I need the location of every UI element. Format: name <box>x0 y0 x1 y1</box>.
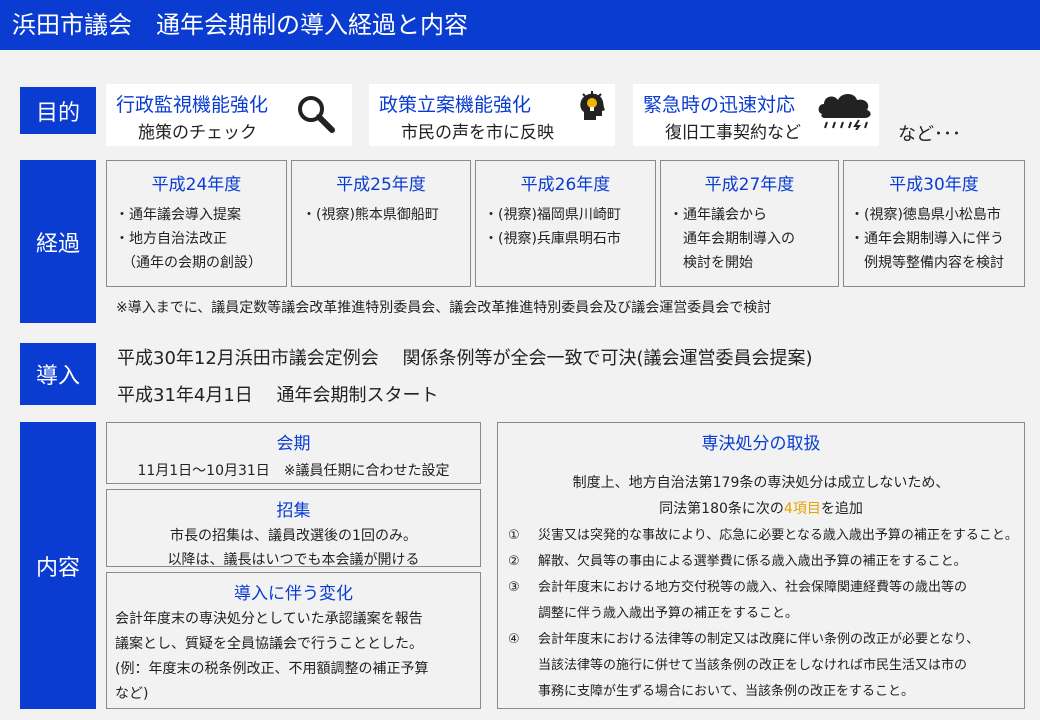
disposal-item-3: ③ 会計年度末における地方交付税等の歳入、社会保障関連経費等の歳出等の 調整に伴… <box>508 575 1023 627</box>
purpose-card-oversight: 行政監視機能強化 施策のチェック <box>106 84 352 146</box>
session-box: 会期 11月1日～10月31日 ※議員任期に合わせた設定 <box>106 422 481 484</box>
disposal-item-number: ② <box>508 554 520 569</box>
page-title: 浜田市議会 通年会期制の導入経過と内容 <box>0 0 1040 50</box>
purpose-card-title: 行政監視機能強化 <box>116 94 269 116</box>
purpose-card-emergency: 緊急時の迅速対応 復旧工事契約など <box>633 84 879 146</box>
convocation-title: 招集 <box>276 501 311 521</box>
introduction-line-1: 平成30年12月浜田市議会定例会 関係条例等が全会一致で可決(議会運営委員会提案… <box>117 348 813 369</box>
purpose-card-sub: 市民の声を市に反映 <box>401 123 554 143</box>
history-year-2014: 平成26年度 ・(視察)福岡県川崎町 ・(視察)兵庫県明石市 <box>475 160 656 287</box>
history-item: ・通年会期制導入に伴う <box>850 231 1004 247</box>
disposal-item-number: ④ <box>508 632 520 647</box>
disposal-item-4: ④ 会計年度末における法律等の制定又は改廃に伴い条例の改正が必要となり、 当該法… <box>508 627 1023 705</box>
history-item: 通年会期制導入の <box>669 231 795 247</box>
disposal-intro-2c: を追加 <box>820 501 863 517</box>
history-year-2013: 平成25年度 ・(視察)熊本県御船町 <box>291 160 471 287</box>
purpose-card-sub: 復旧工事契約など <box>665 123 801 143</box>
disposal-intro-2a: 同法第180条に次の <box>659 501 784 517</box>
introduction-line-2: 平成31年4月1日 通年会期制スタート <box>117 385 439 406</box>
disposal-item-line: 事務に支障が生ずる場合において、当該条例の改正をすること。 <box>538 684 914 699</box>
section-label-history: 経過 <box>20 160 96 323</box>
disposal-title: 専決処分の取扱 <box>701 434 821 454</box>
history-note: ※導入までに、議員定数等議会改革推進特別委員会、議会改革推進特別委員会及び議会運… <box>116 300 772 316</box>
history-item: 検討を開始 <box>669 255 753 271</box>
history-item: ・(視察)兵庫県明石市 <box>484 231 621 247</box>
changes-box: 導入に伴う変化 会計年度末の専決処分としていた承認議案を報告 議案とし、質疑を全… <box>106 572 481 709</box>
disposal-item-2: ② 解散、欠員等の事由による選挙費に係る歳入歳出予算の補正をすること。 <box>508 549 1023 575</box>
history-year-title: 平成26年度 <box>520 175 611 195</box>
convocation-box: 招集 市長の招集は、議員改選後の1回のみ。 以降は、議長はいつでも本会議が開ける <box>106 489 481 568</box>
disposal-item-line: 調整に伴う歳入歳出予算の補正をすること。 <box>538 606 799 621</box>
disposal-item-line: 当該法律等の施行に併せて当該条例の改正をしなければ市民生活又は市の <box>538 658 968 673</box>
changes-line: など) <box>115 686 149 702</box>
magnifier-icon <box>298 96 335 133</box>
disposal-item-line: 解散、欠員等の事由による選挙費に係る歳入歳出予算の補正をすること。 <box>538 554 967 569</box>
convocation-line-2: 以降は、議長はいつでも本会議が開ける <box>167 552 420 568</box>
purpose-more: など･･･ <box>898 124 961 145</box>
purpose-card-sub: 施策のチェック <box>138 123 257 143</box>
disposal-item-number: ① <box>508 528 520 543</box>
disposal-intro-1: 制度上、地方自治法第179条の専決処分は成立しないため、 <box>572 475 950 491</box>
session-text: 11月1日～10月31日 ※議員任期に合わせた設定 <box>137 463 450 479</box>
history-item: ・(視察)熊本県御船町 <box>302 207 439 223</box>
history-year-title: 平成30年度 <box>889 175 979 195</box>
disposal-item-number: ③ <box>508 580 520 595</box>
disposal-item-line: 会計年度末における地方交付税等の歳入、社会保障関連経費等の歳出等の <box>538 580 968 595</box>
lightbulb-head-icon <box>580 91 605 120</box>
changes-line: 会計年度末の専決処分としていた承認議案を報告 <box>115 611 423 627</box>
purpose-card-policy: 政策立案機能強化 市民の声を市に反映 <box>369 84 615 146</box>
disposal-intro-2: 同法第180条に次の4項目を追加 <box>498 498 1024 518</box>
history-year-title: 平成24年度 <box>151 175 242 195</box>
storm-cloud-icon <box>818 94 871 130</box>
history-item: ・通年議会から <box>669 207 767 223</box>
history-item: ・(視察)福岡県川崎町 <box>484 207 621 223</box>
history-year-title: 平成27年度 <box>704 175 795 195</box>
section-label-purpose: 目的 <box>20 87 96 134</box>
disposal-item-line: 災害又は突発的な事故により、応急に必要となる歳入歳出予算の補正をすること。 <box>538 528 1018 543</box>
section-label-introduction: 導入 <box>20 343 96 405</box>
history-item: 例規等整備内容を検討 <box>850 255 1004 271</box>
history-item: ・(視察)徳島県小松島市 <box>850 207 1001 223</box>
disposal-item-1: ① 災害又は突発的な事故により、応急に必要となる歳入歳出予算の補正をすること。 <box>508 523 1023 549</box>
history-item: （通年の会期の創設） <box>115 255 262 271</box>
convocation-line-1: 市長の招集は、議員改選後の1回のみ。 <box>170 528 417 544</box>
changes-title: 導入に伴う変化 <box>234 584 353 604</box>
history-year-2015: 平成27年度 ・通年議会から 通年会期制導入の 検討を開始 <box>660 160 839 287</box>
changes-line: 議案とし、質疑を全員協議会で行うこととした。 <box>115 636 423 652</box>
history-year-2018: 平成30年度 ・(視察)徳島県小松島市 ・通年会期制導入に伴う 例規等整備内容を… <box>843 160 1025 287</box>
history-year-title: 平成25年度 <box>336 175 426 195</box>
history-item: ・地方自治法改正 <box>115 231 227 247</box>
history-year-2012: 平成24年度 ・通年議会導入提案 ・地方自治法改正 （通年の会期の創設） <box>106 160 287 287</box>
section-label-content: 内容 <box>20 422 96 709</box>
history-item: ・通年議会導入提案 <box>115 207 241 223</box>
purpose-card-title: 政策立案機能強化 <box>379 94 532 116</box>
disposal-highlight: 4項目 <box>783 501 821 517</box>
purpose-card-title: 緊急時の迅速対応 <box>643 94 796 116</box>
disposal-box: 専決処分の取扱 制度上、地方自治法第179条の専決処分は成立しないため、 同法第… <box>497 422 1025 709</box>
changes-line: (例：年度末の税条例改正、不用額調整の補正予算 <box>115 661 429 677</box>
disposal-item-line: 会計年度末における法律等の制定又は改廃に伴い条例の改正が必要となり、 <box>538 632 980 647</box>
session-title: 会期 <box>276 434 311 454</box>
